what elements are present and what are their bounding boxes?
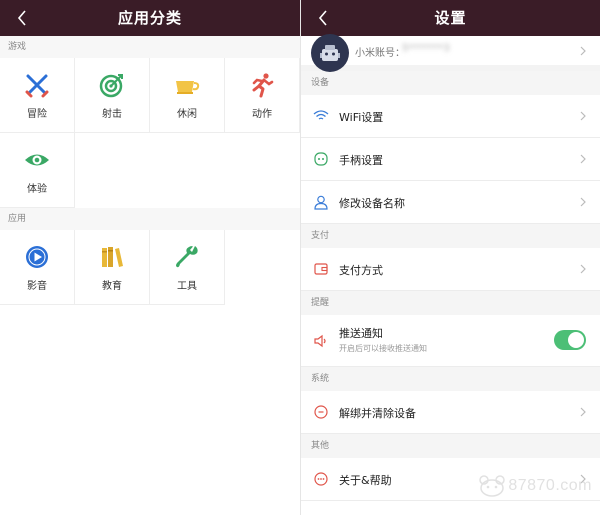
- settings-row-push: 推送通知 开启后可以接收推送通知: [301, 315, 600, 367]
- row-label: 修改设备名称: [339, 197, 405, 210]
- wifi-icon: [313, 108, 329, 124]
- group-label-system: 系统: [301, 367, 600, 391]
- row-label: WiFi设置: [339, 111, 384, 124]
- settings-panel: 设置 小米账号： 5*******3 设备 WiFi设置 手柄设置 修改设备名称…: [300, 0, 600, 515]
- watermark: 87870.com: [479, 475, 592, 497]
- bear-logo-icon: [479, 475, 506, 497]
- group-label-payment: 支付: [301, 224, 600, 248]
- group-label-device: 设备: [301, 71, 600, 95]
- category-label: 射击: [102, 108, 122, 120]
- chevron-right-icon: [580, 197, 586, 207]
- page-title: 应用分类: [117, 9, 182, 27]
- section-label-games: 游戏: [0, 36, 300, 58]
- settings-row-gamepad[interactable]: 手柄设置: [301, 138, 600, 181]
- section-label-apps: 应用: [0, 208, 300, 230]
- target-icon: [98, 71, 126, 99]
- account-label: 小米账号：: [355, 48, 405, 59]
- category-header: 应用分类: [0, 0, 300, 36]
- chevron-right-icon: [580, 264, 586, 274]
- row-label: 支付方式: [339, 264, 383, 277]
- swords-icon: [23, 71, 51, 99]
- row-label: 推送通知: [339, 327, 383, 340]
- chevron-right-icon: [580, 154, 586, 164]
- chevron-right-icon: [580, 407, 586, 417]
- category-panel: 应用分类 游戏 冒险 射击 休闲 动作 体验 应用 影音 教育 工具: [0, 0, 300, 515]
- wallet-icon: [313, 261, 329, 277]
- play-icon: [23, 243, 51, 271]
- chevron-right-icon: [580, 111, 586, 121]
- category-label: 休闲: [177, 108, 197, 120]
- push-toggle[interactable]: [554, 330, 586, 350]
- row-label: 关于&帮助: [339, 474, 392, 487]
- category-action[interactable]: 动作: [225, 58, 300, 133]
- eye-icon: [23, 146, 51, 174]
- more-icon: [313, 471, 329, 487]
- category-casual[interactable]: 休闲: [150, 58, 225, 133]
- settings-row-rename-device[interactable]: 修改设备名称: [301, 181, 600, 224]
- category-label: 影音: [27, 280, 47, 292]
- avatar: [311, 34, 349, 72]
- books-icon: [98, 243, 126, 271]
- apps-grid: 影音 教育 工具: [0, 230, 300, 305]
- speaker-icon: [313, 333, 329, 349]
- category-video[interactable]: 影音: [0, 230, 75, 305]
- row-label: 手柄设置: [339, 154, 383, 167]
- row-label: 解绑并清除设备: [339, 407, 416, 420]
- chevron-right-icon: [580, 46, 586, 55]
- category-shooting[interactable]: 射击: [75, 58, 150, 133]
- page-title: 设置: [434, 9, 467, 27]
- gamepad-icon: [313, 151, 329, 167]
- unbind-icon: [313, 404, 329, 420]
- running-man-icon: [248, 71, 276, 99]
- settings-row-wifi[interactable]: WiFi设置: [301, 95, 600, 138]
- account-id: 5*******3: [402, 43, 450, 54]
- group-label-other: 其他: [301, 434, 600, 458]
- category-label: 工具: [177, 280, 197, 292]
- settings-row-unbind[interactable]: 解绑并清除设备: [301, 391, 600, 434]
- cup-icon: [173, 71, 201, 99]
- category-label: 动作: [252, 108, 272, 120]
- row-subtitle: 开启后可以接收推送通知: [339, 344, 427, 353]
- settings-row-payment-method[interactable]: 支付方式: [301, 248, 600, 291]
- category-education[interactable]: 教育: [75, 230, 150, 305]
- category-experience[interactable]: 体验: [0, 133, 75, 208]
- category-label: 教育: [102, 280, 122, 292]
- toggle-knob: [568, 332, 584, 348]
- watermark-text: 87870.com: [508, 477, 592, 494]
- account-row[interactable]: 小米账号： 5*******3: [301, 34, 600, 72]
- wrench-icon: [173, 243, 201, 271]
- category-tools[interactable]: 工具: [150, 230, 225, 305]
- category-label: 体验: [27, 183, 47, 195]
- games-grid: 冒险 射击 休闲 动作 体验: [0, 58, 300, 208]
- settings-header: 设置: [301, 0, 600, 36]
- category-adventure[interactable]: 冒险: [0, 58, 75, 133]
- category-label: 冒险: [27, 108, 47, 120]
- person-icon: [313, 194, 329, 210]
- group-label-reminder: 提醒: [301, 291, 600, 315]
